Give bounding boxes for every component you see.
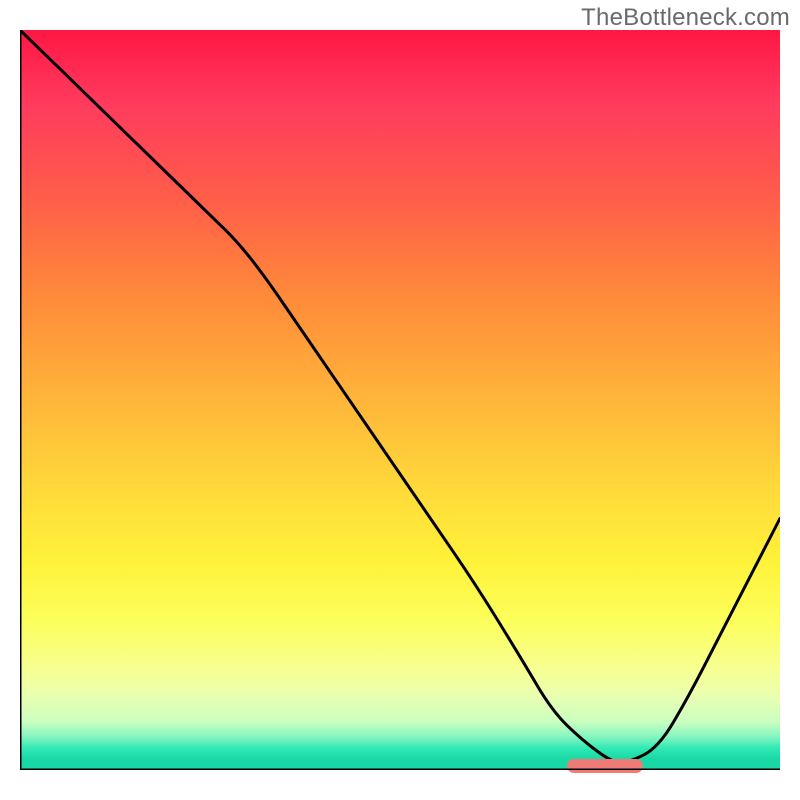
bottleneck-curve: [20, 30, 780, 770]
chart-container: TheBottleneck.com: [0, 0, 800, 800]
plot-area: [20, 30, 780, 770]
optimal-range-marker: [567, 759, 643, 773]
watermark-text: TheBottleneck.com: [581, 4, 790, 32]
